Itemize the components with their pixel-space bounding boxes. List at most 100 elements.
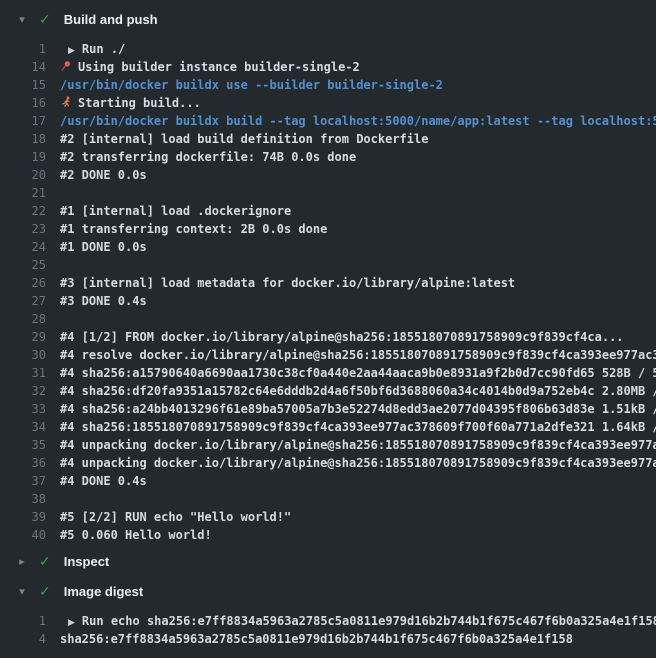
log-text: Starting build...	[60, 94, 201, 112]
chevron-right-icon[interactable]: ▸	[16, 552, 28, 572]
false: #2 [internal] load build definition from…	[60, 132, 428, 146]
log-line: 16 Starting build...	[0, 94, 656, 112]
section-header-build-and-push[interactable]: ▾✓Build and push	[0, 10, 656, 30]
log-text: #4 DONE 0.4s	[60, 472, 147, 490]
log-text: #4 sha256:df20fa9351a15782c64e6dddb2d4a6…	[60, 382, 656, 400]
log-line: 28	[0, 310, 656, 328]
log-line: 26 #3 [internal] load metadata for docker…	[0, 274, 656, 292]
section-image-digest: ▾✓Image digest 1 ▶ Run echo sha256:e7ff8834…	[0, 582, 656, 648]
log-text: #1 [internal] load .dockerignore	[60, 202, 291, 220]
line-number[interactable]: 38	[0, 490, 46, 508]
line-number[interactable]: 30	[0, 346, 46, 364]
log-line: 37 #4 DONE 0.4s	[0, 472, 656, 490]
line-number[interactable]: 1	[0, 40, 46, 58]
chevron-down-icon[interactable]: ▾	[16, 10, 28, 30]
line-number[interactable]: 34	[0, 418, 46, 436]
false: #4 resolve docker.io/library/alpine@sha2…	[60, 348, 656, 362]
line-number[interactable]: 28	[0, 310, 46, 328]
line-number[interactable]: 20	[0, 166, 46, 184]
line-number[interactable]: 24	[0, 238, 46, 256]
log-line: 35 #4 unpacking docker.io/library/alpine@…	[0, 436, 656, 454]
log-text: #3 DONE 0.4s	[60, 292, 147, 310]
log-text: #4 [1/2] FROM docker.io/library/alpine@s…	[60, 328, 624, 346]
chevron-down-icon[interactable]: ▾	[16, 582, 28, 602]
line-number[interactable]: 29	[0, 328, 46, 346]
line-number[interactable]: 4	[0, 630, 46, 648]
log-line: 33#4 sha256:a24bb4013296f61e89ba57005a7b…	[0, 400, 656, 418]
section-title: Image digest	[64, 582, 143, 602]
false: Using builder instance builder-single-2	[78, 60, 360, 74]
log-line: 32 #4 sha256:df20fa9351a15782c64e6dddb2d4…	[0, 382, 656, 400]
line-number[interactable]: 36	[0, 454, 46, 472]
false: #4 sha256:df20fa9351a15782c64e6dddb2d4a6…	[60, 384, 656, 398]
log-line: 22 #1 [internal] load .dockerignore	[0, 202, 656, 220]
line-number[interactable]: 33	[0, 400, 46, 418]
log-line: 20#2 DONE 0.0s	[0, 166, 656, 184]
log-line: 38	[0, 490, 656, 508]
line-number[interactable]: 16	[0, 94, 46, 112]
line-number[interactable]: 39	[0, 508, 46, 526]
log-line: 23 #1 transferring context: 2B 0.0s done	[0, 220, 656, 238]
runner-icon	[60, 94, 72, 112]
false: #1 transferring context: 2B 0.0s done	[60, 222, 327, 236]
line-number[interactable]: 18	[0, 130, 46, 148]
false: /usr/bin/docker buildx use --builder bui…	[60, 78, 443, 92]
line-number[interactable]: 14	[0, 58, 46, 76]
log-text: sha256:e7ff8834a5963a2785c5a0811e979d16b…	[60, 630, 573, 648]
false: #5 [2/2] RUN echo "Hello world!"	[60, 510, 291, 524]
log-text: /usr/bin/docker buildx use --builder bui…	[60, 76, 443, 94]
false: #3 [internal] load metadata for docker.i…	[60, 276, 515, 290]
log-text: #4 unpacking docker.io/library/alpine@sh…	[60, 436, 656, 454]
log-text: ▶ Run echo sha256:e7ff8834a5963a2785c5a08…	[60, 612, 656, 630]
line-number[interactable]: 37	[0, 472, 46, 490]
false: #4 [1/2] FROM docker.io/library/alpine@s…	[60, 330, 624, 344]
log-text: #4 resolve docker.io/library/alpine@sha2…	[60, 346, 656, 364]
line-number[interactable]: 17	[0, 112, 46, 130]
log-line: 24 #1 DONE 0.0s	[0, 238, 656, 256]
log-line: 34 #4 sha256:185518070891758909c9f839cf4c…	[0, 418, 656, 436]
line-number[interactable]: 27	[0, 292, 46, 310]
false: #1 DONE 0.0s	[60, 240, 147, 254]
line-number[interactable]: 25	[0, 256, 46, 274]
line-number[interactable]: 21	[0, 184, 46, 202]
line-number[interactable]: 15	[0, 76, 46, 94]
log-line: 31 #4 sha256:a15790640a6690aa1730c38cf0a4…	[0, 364, 656, 382]
log-text: #2 transferring dockerfile: 74B 0.0s don…	[60, 148, 356, 166]
line-number[interactable]: 35	[0, 436, 46, 454]
log-line: 39 #5 [2/2] RUN echo "Hello world!"	[0, 508, 656, 526]
line-number[interactable]: 40	[0, 526, 46, 544]
line-number[interactable]: 32	[0, 382, 46, 400]
expander-icon[interactable]: ▶	[68, 46, 75, 56]
false: Run ./	[82, 42, 125, 56]
expander-icon[interactable]: ▶	[68, 618, 75, 628]
log-text: #4 sha256:a15790640a6690aa1730c38cf0a440…	[60, 364, 656, 382]
line-number[interactable]: 22	[0, 202, 46, 220]
check-icon: ✓	[39, 10, 51, 30]
log-text: Using builder instance builder-single-2	[60, 58, 360, 76]
log-line: 18 #2 [internal] load build definition fr…	[0, 130, 656, 148]
false: #4 sha256:185518070891758909c9f839cf4ca3…	[60, 420, 656, 434]
pushpin-icon	[60, 58, 72, 76]
false: Run echo sha256:e7ff8834a5963a2785c5a081…	[82, 614, 656, 628]
log-text: #4 unpacking docker.io/library/alpine@sh…	[60, 454, 656, 472]
section-inspect: ▸✓Inspect	[0, 552, 656, 572]
false: #2 transferring dockerfile: 74B 0.0s don…	[60, 150, 356, 164]
log-text: ▶ Run ./	[60, 40, 125, 58]
line-number[interactable]: 23	[0, 220, 46, 238]
log-line: 36 #4 unpacking docker.io/library/alpine@…	[0, 454, 656, 472]
section-header-image-digest[interactable]: ▾✓Image digest	[0, 582, 656, 602]
line-number[interactable]: 26	[0, 274, 46, 292]
log-line: 27 #3 DONE 0.4s	[0, 292, 656, 310]
section-title: Inspect	[64, 552, 110, 572]
log-line: 21	[0, 184, 656, 202]
line-number[interactable]: 19	[0, 148, 46, 166]
log-line: 30 #4 resolve docker.io/library/alpine@sh…	[0, 346, 656, 364]
log-line: 14 Using builder instance builder-single-…	[0, 58, 656, 76]
line-number[interactable]: 31	[0, 364, 46, 382]
log-text: /usr/bin/docker buildx build --tag local…	[60, 112, 656, 130]
log-line: 25	[0, 256, 656, 274]
section-header-inspect[interactable]: ▸✓Inspect	[0, 552, 656, 572]
false: Starting build...	[78, 96, 201, 110]
section-build-and-push: ▾✓Build and push1▶Run ./14Using builder …	[0, 10, 656, 544]
line-number[interactable]: 1	[0, 612, 46, 630]
